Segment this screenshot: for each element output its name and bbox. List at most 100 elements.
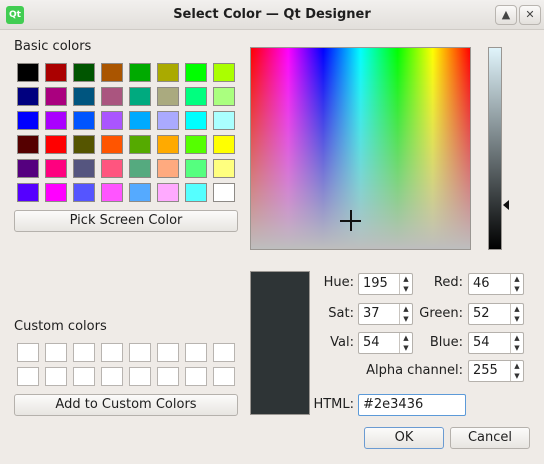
chevron-up-icon: ▲ — [501, 8, 511, 21]
basic-color-swatch[interactable] — [73, 159, 95, 178]
ok-button[interactable]: OK — [364, 427, 444, 449]
basic-color-swatch[interactable] — [213, 87, 235, 106]
custom-color-slot[interactable] — [101, 343, 123, 362]
blue-label: Blue: — [429, 335, 463, 350]
basic-color-swatch[interactable] — [157, 135, 179, 154]
basic-color-swatch[interactable] — [129, 111, 151, 130]
basic-color-swatch[interactable] — [73, 183, 95, 202]
basic-color-swatch[interactable] — [101, 63, 123, 82]
basic-color-swatch[interactable] — [45, 63, 67, 82]
basic-color-swatch[interactable] — [17, 135, 39, 154]
basic-color-swatch[interactable] — [129, 63, 151, 82]
red-spinbox[interactable]: 46 ▲ ▼ — [468, 273, 524, 295]
basic-color-swatch[interactable] — [73, 111, 95, 130]
html-label: HTML: — [313, 397, 354, 412]
custom-color-slot[interactable] — [157, 367, 179, 386]
crosshair-cursor-vertical — [350, 210, 352, 231]
basic-color-swatch[interactable] — [157, 183, 179, 202]
basic-color-swatch[interactable] — [213, 159, 235, 178]
basic-color-swatch[interactable] — [185, 183, 207, 202]
alpha-spinbox[interactable]: 255 ▲ ▼ — [468, 360, 524, 382]
basic-color-swatch[interactable] — [185, 63, 207, 82]
hue-spinbox[interactable]: 195 ▲ ▼ — [358, 273, 413, 295]
hue-value: 195 — [363, 276, 388, 291]
custom-color-slot[interactable] — [185, 367, 207, 386]
sat-value: 37 — [363, 306, 380, 321]
custom-color-slot[interactable] — [73, 343, 95, 362]
custom-color-slot[interactable] — [45, 343, 67, 362]
basic-color-swatch[interactable] — [129, 87, 151, 106]
basic-color-swatch[interactable] — [17, 159, 39, 178]
cancel-button[interactable]: Cancel — [450, 427, 530, 449]
close-button[interactable]: ✕ — [519, 5, 541, 25]
basic-color-swatch[interactable] — [45, 111, 67, 130]
red-label: Red: — [433, 275, 463, 290]
basic-color-swatch[interactable] — [73, 63, 95, 82]
blue-spinbox[interactable]: 54 ▲ ▼ — [468, 332, 524, 354]
basic-color-swatch[interactable] — [45, 135, 67, 154]
spin-arrows-icon[interactable]: ▲ ▼ — [399, 274, 412, 294]
add-to-custom-colors-button[interactable]: Add to Custom Colors — [14, 394, 238, 416]
basic-color-swatch[interactable] — [129, 159, 151, 178]
green-spinbox[interactable]: 52 ▲ ▼ — [468, 303, 524, 325]
basic-color-swatch[interactable] — [17, 63, 39, 82]
title-bar: Qt Select Color — Qt Designer ▲ ✕ — [0, 0, 544, 30]
custom-color-slot[interactable] — [17, 343, 39, 362]
basic-color-swatch[interactable] — [17, 111, 39, 130]
spin-arrows-icon[interactable]: ▲ ▼ — [399, 333, 412, 353]
value-slider-arrow-icon[interactable] — [503, 200, 509, 210]
spin-arrows-icon[interactable]: ▲ ▼ — [510, 333, 523, 353]
spin-arrows-icon[interactable]: ▲ ▼ — [510, 361, 523, 381]
basic-color-swatch[interactable] — [185, 159, 207, 178]
basic-color-swatch[interactable] — [157, 159, 179, 178]
basic-color-swatch[interactable] — [129, 135, 151, 154]
basic-color-swatch[interactable] — [157, 111, 179, 130]
basic-color-swatch[interactable] — [101, 87, 123, 106]
custom-color-slot[interactable] — [129, 343, 151, 362]
custom-color-slot[interactable] — [213, 367, 235, 386]
val-value: 54 — [363, 335, 380, 350]
blue-value: 54 — [473, 335, 490, 350]
custom-color-slot[interactable] — [17, 367, 39, 386]
custom-color-slot[interactable] — [73, 367, 95, 386]
custom-color-slot[interactable] — [213, 343, 235, 362]
spin-arrows-icon[interactable]: ▲ ▼ — [510, 274, 523, 294]
basic-color-swatch[interactable] — [17, 87, 39, 106]
basic-color-swatch[interactable] — [185, 87, 207, 106]
custom-color-slot[interactable] — [185, 343, 207, 362]
basic-color-swatch[interactable] — [185, 111, 207, 130]
basic-color-swatch[interactable] — [45, 159, 67, 178]
basic-color-swatch[interactable] — [157, 63, 179, 82]
basic-color-swatch[interactable] — [213, 135, 235, 154]
window-title: Select Color — Qt Designer — [173, 7, 371, 22]
custom-colors-label: Custom colors — [14, 319, 107, 334]
basic-color-swatch[interactable] — [213, 63, 235, 82]
custom-color-slot[interactable] — [157, 343, 179, 362]
basic-color-swatch[interactable] — [185, 135, 207, 154]
basic-color-swatch[interactable] — [45, 183, 67, 202]
pick-screen-color-button[interactable]: Pick Screen Color — [14, 210, 238, 232]
red-value: 46 — [473, 276, 490, 291]
green-label: Green: — [419, 306, 463, 321]
basic-color-swatch[interactable] — [73, 135, 95, 154]
custom-color-slot[interactable] — [129, 367, 151, 386]
maximize-button[interactable]: ▲ — [495, 5, 517, 25]
basic-color-swatch[interactable] — [213, 111, 235, 130]
basic-color-swatch[interactable] — [45, 87, 67, 106]
basic-color-swatch[interactable] — [101, 183, 123, 202]
basic-color-swatch[interactable] — [213, 183, 235, 202]
spin-arrows-icon[interactable]: ▲ ▼ — [510, 304, 523, 324]
basic-color-swatch[interactable] — [73, 87, 95, 106]
basic-color-swatch[interactable] — [129, 183, 151, 202]
basic-color-swatch[interactable] — [157, 87, 179, 106]
basic-color-swatch[interactable] — [101, 111, 123, 130]
val-spinbox[interactable]: 54 ▲ ▼ — [358, 332, 413, 354]
basic-color-swatch[interactable] — [17, 183, 39, 202]
custom-color-slot[interactable] — [101, 367, 123, 386]
basic-color-swatch[interactable] — [101, 135, 123, 154]
sat-spinbox[interactable]: 37 ▲ ▼ — [358, 303, 413, 325]
custom-color-slot[interactable] — [45, 367, 67, 386]
basic-color-swatch[interactable] — [101, 159, 123, 178]
value-slider[interactable] — [488, 47, 502, 250]
html-color-input[interactable]: #2e3436 — [358, 394, 466, 416]
